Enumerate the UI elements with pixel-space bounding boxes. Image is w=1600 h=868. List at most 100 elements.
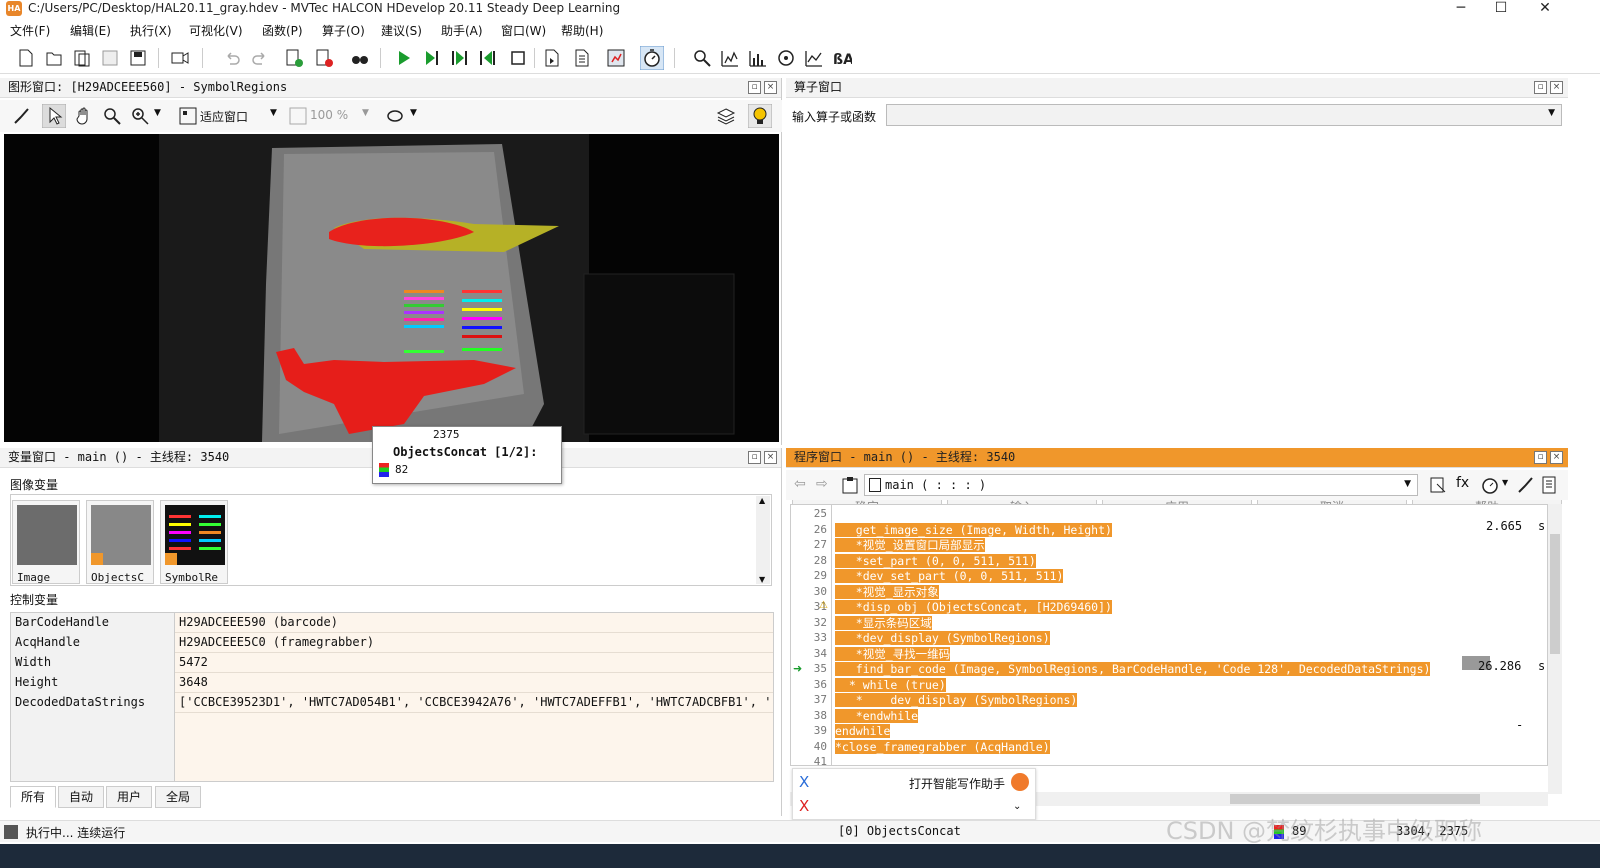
assistant-prompt[interactable]: 打开智能写作助手: [909, 775, 1005, 792]
fit-window-label[interactable]: 适应窗口: [200, 108, 248, 125]
redo-icon[interactable]: [250, 48, 270, 68]
new-file-icon[interactable]: [16, 48, 36, 68]
code-line[interactable]: *视觉_寻找一维码: [835, 646, 951, 662]
table-row[interactable]: Height 3648: [11, 673, 773, 693]
lightbulb-icon[interactable]: [748, 104, 772, 128]
zoom-factor-value[interactable]: 100 %: [310, 108, 348, 122]
draw-roi-icon[interactable]: [386, 106, 406, 126]
zoom-icon[interactable]: [692, 48, 712, 68]
save-all-icon[interactable]: [128, 48, 148, 68]
image-variable-thumb[interactable]: SymbolRe: [160, 500, 228, 584]
chevron-down-icon[interactable]: ▼: [1502, 478, 1508, 487]
step-over-icon[interactable]: [422, 48, 442, 68]
image-display[interactable]: [4, 134, 779, 442]
code-line[interactable]: find_bar_code (Image, SymbolRegions, Bar…: [835, 662, 1431, 677]
code-line[interactable]: get_image_size (Image, Width, Height): [835, 522, 1112, 538]
reset-all-icon[interactable]: [572, 48, 592, 68]
table-row[interactable]: BarCodeHandle H29ADCEEE590 (barcode): [11, 613, 773, 633]
feature-histogram-icon[interactable]: [748, 48, 768, 68]
float-window-icon[interactable]: ▫: [748, 451, 761, 464]
code-line[interactable]: endwhile: [835, 724, 891, 739]
find-binoculars-icon[interactable]: [350, 48, 370, 68]
float-window-icon[interactable]: ▫: [1534, 451, 1547, 464]
table-row[interactable]: DecodedDataStrings ['CCBCE39523D1', 'HWT…: [11, 693, 773, 713]
close-x-icon[interactable]: X: [799, 797, 809, 815]
chevron-down-icon[interactable]: ⌄: [1013, 801, 1021, 812]
menu-suggestions[interactable]: 建议(S): [381, 22, 422, 39]
edit-procedure-icon[interactable]: [1428, 475, 1448, 495]
code-line[interactable]: *视觉_设置窗口局部显示: [835, 538, 985, 553]
close-panel-icon[interactable]: ×: [1550, 451, 1563, 464]
code-line[interactable]: * while (true): [835, 677, 946, 693]
code-line[interactable]: *视觉_显示对象: [835, 584, 939, 600]
assistant-avatar-icon[interactable]: [1011, 773, 1029, 791]
tab-all[interactable]: 所有: [10, 786, 57, 808]
line-profile-icon[interactable]: [804, 48, 824, 68]
function-icon[interactable]: fx: [1456, 475, 1469, 491]
image-variable-thumb[interactable]: Image: [12, 500, 80, 584]
close-panel-icon[interactable]: ×: [764, 451, 777, 464]
chevron-down-icon[interactable]: ▼: [154, 108, 161, 118]
browse-examples-icon[interactable]: [72, 48, 92, 68]
operator-search-input[interactable]: ▼: [886, 104, 1562, 126]
menu-window[interactable]: 窗口(W): [501, 22, 546, 39]
close-button[interactable]: ✕: [1522, 0, 1568, 18]
menu-assistants[interactable]: 助手(A): [441, 22, 483, 39]
menu-execute[interactable]: 执行(X): [130, 22, 172, 39]
code-line[interactable]: *close_framegrabber (AcqHandle): [835, 739, 1050, 755]
image-list-scrollbar[interactable]: ▲ ▼: [756, 496, 770, 584]
chevron-down-icon[interactable]: ▼: [362, 108, 369, 118]
program-add-icon[interactable]: [284, 48, 304, 68]
layers-icon[interactable]: [716, 106, 736, 126]
close-panel-icon[interactable]: ×: [764, 81, 777, 94]
program-scrollbar[interactable]: [1548, 504, 1562, 794]
image-variable-thumb[interactable]: ObjectsC: [86, 500, 154, 584]
image-canvas[interactable]: [4, 134, 779, 442]
clipboard-icon[interactable]: [840, 475, 860, 495]
table-row[interactable]: Width 5472: [11, 653, 773, 673]
program-editor[interactable]: 25 26 get_image_size (Image, Width, Heigh…: [790, 504, 1548, 766]
forward-arrow-icon[interactable]: ⇨: [816, 476, 828, 492]
fit-window-icon[interactable]: [178, 106, 198, 126]
scroll-up-icon[interactable]: ▲: [759, 496, 765, 505]
menu-help[interactable]: 帮助(H): [561, 22, 603, 39]
cursor-x-icon[interactable]: X: [799, 773, 809, 791]
clear-brush-icon[interactable]: [1516, 475, 1536, 495]
undo-icon[interactable]: [222, 48, 242, 68]
menu-file[interactable]: 文件(F): [10, 22, 50, 39]
tab-global[interactable]: 全局: [155, 786, 202, 808]
reset-program-icon[interactable]: [542, 48, 562, 68]
code-line[interactable]: *dev_display (SymbolRegions): [835, 631, 1050, 646]
step-into-icon[interactable]: [450, 48, 470, 68]
pointer-icon[interactable]: [42, 104, 66, 128]
code-line[interactable]: * dev_display (SymbolRegions): [835, 693, 1078, 708]
stopwatch-icon[interactable]: [640, 46, 664, 70]
step-out-icon[interactable]: [478, 48, 498, 68]
activate-profiler-icon[interactable]: [606, 48, 626, 68]
chevron-down-icon[interactable]: ▼: [1548, 108, 1555, 118]
ocr-assistant-icon[interactable]: ßA: [832, 48, 852, 68]
feature-inspection-icon[interactable]: [776, 48, 796, 68]
table-row[interactable]: AcqHandle H29ADCEEE5C0 (framegrabber): [11, 633, 773, 653]
tab-auto[interactable]: 自动: [58, 786, 105, 808]
tab-user[interactable]: 用户: [106, 786, 153, 808]
scroll-down-icon[interactable]: ▼: [759, 575, 765, 584]
chevron-down-icon[interactable]: ▼: [270, 108, 277, 118]
back-arrow-icon[interactable]: ⇦: [794, 476, 806, 492]
program-listing-icon[interactable]: [1540, 475, 1560, 495]
menu-edit[interactable]: 编辑(E): [70, 22, 111, 39]
chevron-down-icon[interactable]: ▼: [1404, 479, 1411, 489]
code-line[interactable]: *set_part (0, 0, 511, 511): [835, 553, 1036, 569]
float-window-icon[interactable]: ▫: [1534, 81, 1547, 94]
program-remove-icon[interactable]: [314, 48, 334, 68]
chevron-down-icon[interactable]: ▼: [410, 108, 417, 118]
stopwatch-icon[interactable]: [1480, 475, 1500, 495]
zoom-in-icon[interactable]: [130, 106, 150, 126]
scroll-thumb[interactable]: [1230, 794, 1480, 804]
run-icon[interactable]: [394, 48, 414, 68]
clear-window-brush-icon[interactable]: [12, 106, 32, 126]
stop-icon[interactable]: [508, 48, 528, 68]
open-file-icon[interactable]: [44, 48, 64, 68]
menu-operators[interactable]: 算子(O): [322, 22, 365, 39]
close-panel-icon[interactable]: ×: [1550, 81, 1563, 94]
